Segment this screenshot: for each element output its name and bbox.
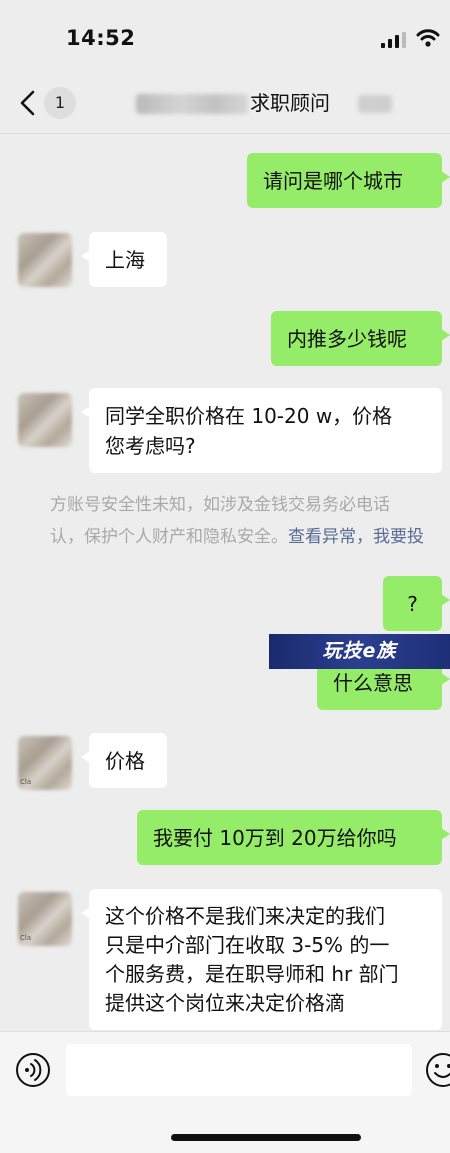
message-text-line: 您考虑吗? [105,434,196,458]
message-bubble-incoming[interactable]: 同学全职价格在 10-20 w，价格 您考虑吗? [81,388,442,473]
message-bubble-outgoing[interactable]: 内推多少钱呢 [271,311,450,366]
message-text-line: 提供这个岗位来决定价格滴 [105,991,345,1015]
chat-screen: 14:52 1 求职顾问 请问是哪个城市 上海 内推多少钱呢 同学全职价格在 1… [0,0,450,1153]
back-arrow-icon[interactable] [18,90,38,116]
message-text: 我要付 10万到 20万给你吗 [153,826,397,850]
avatar-caption: Cla [20,934,32,942]
message-text: 价格 [105,749,145,773]
message-text: 上海 [105,248,145,272]
message-input[interactable] [66,1044,412,1096]
message-text-line: 这个价格不是我们来决定的我们 [105,904,385,928]
message-bubble-outgoing[interactable]: 我要付 10万到 20万给你吗 [137,810,450,865]
voice-input-icon[interactable] [15,1052,51,1088]
notice-line: 方账号安全性未知，如涉及金钱交易务必电话 [50,495,390,515]
report-link[interactable]: ，我要投 [356,527,424,547]
message-bubble-incoming[interactable]: 上海 [81,232,167,287]
cellular-signal-icon [381,32,406,48]
chat-title-text: 求职顾问 [250,91,330,115]
watermark-logo: 玩技e族 [269,634,450,669]
notice-text: 认，保护个人财产和隐私安全。 [50,527,288,547]
message-bubble-incoming[interactable]: 价格 [81,733,167,788]
message-text: ? [407,592,418,616]
message-text: 请问是哪个城市 [263,169,403,193]
message-text: 内推多少钱呢 [287,327,407,351]
notice-line: 认，保护个人财产和隐私安全。查看异常，我要投 [50,521,450,553]
emoji-icon[interactable] [425,1052,450,1088]
security-warning-notice: 方账号安全性未知，如涉及金钱交易务必电话 认，保护个人财产和隐私安全。查看异常，… [50,489,450,553]
status-bar: 14:52 [0,0,450,72]
message-bubble-incoming[interactable]: 这个价格不是我们来决定的我们 只是中介部门在收取 3-5% 的一 个服务费，是在… [81,889,442,1030]
view-exception-link[interactable]: 查看异常 [288,527,356,547]
status-time: 14:52 [66,26,136,50]
message-text: 什么意思 [333,671,413,695]
home-indicator [171,1134,361,1141]
chat-title: 求职顾问 [134,88,404,118]
contact-avatar[interactable] [18,233,72,287]
redacted-name [136,94,248,114]
message-bubble-outgoing[interactable]: ? [383,576,450,631]
avatar-caption: Cla [20,778,32,786]
unread-count-badge[interactable]: 1 [44,87,76,119]
redacted-name [358,95,392,113]
message-text-line: 个服务费，是在职导师和 hr 部门 [105,962,399,986]
message-text-line: 只是中介部门在收取 3-5% 的一 [105,933,390,957]
wifi-icon [416,29,440,47]
message-bubble-outgoing[interactable]: 请问是哪个城市 [247,153,450,208]
chat-header: 1 求职顾问 [0,72,450,134]
contact-avatar[interactable] [18,393,72,447]
message-text-line: 同学全职价格在 10-20 w，价格 [105,404,393,428]
